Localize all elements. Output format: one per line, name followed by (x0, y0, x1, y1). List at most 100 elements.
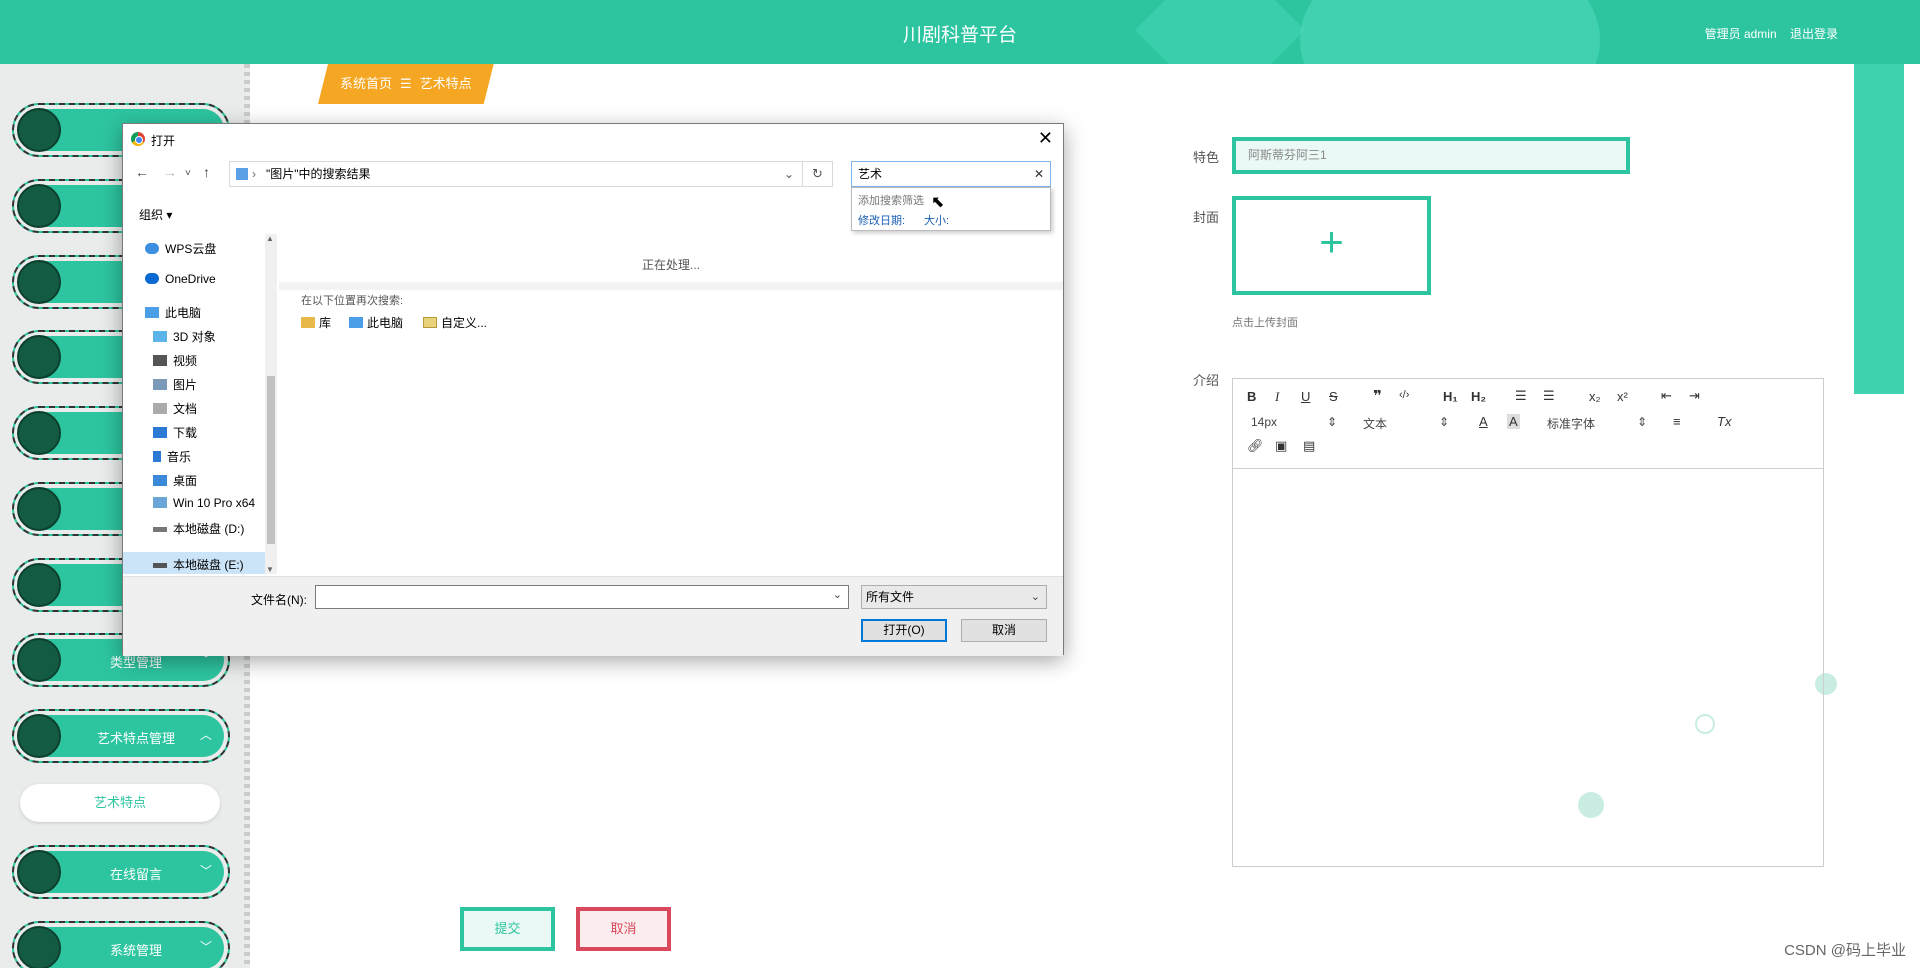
search-again-library[interactable]: 库 (301, 314, 331, 331)
nav-item-documents[interactable]: 文档 (153, 400, 197, 417)
nav-item-label: 3D 对象 (173, 330, 216, 344)
nav-item-e-drive[interactable]: 本地磁盘 (E:) (153, 556, 244, 573)
tese-field[interactable]: 阿斯蒂芬阿三1 (1232, 137, 1630, 174)
computer-icon (349, 317, 363, 328)
search-again-label-text: 库 (319, 316, 332, 330)
nav-item-label: 下载 (173, 426, 198, 440)
divider (279, 282, 1063, 290)
nav-item-wps[interactable]: WPS云盘 (145, 240, 216, 257)
font-color-icon[interactable]: A (1479, 414, 1488, 429)
breadcrumb: 系统首页 ☰ 艺术特点 (318, 64, 494, 104)
nav-item-label: 音乐 (167, 450, 192, 464)
rich-text-editor[interactable]: B I U S ❞ ‹/› H₁ H₂ ☰ ☰ x₂ x² ⇤ ⇥ 14px ⇕… (1232, 378, 1824, 867)
subscript-button[interactable]: x₂ (1589, 389, 1601, 404)
forward-icon[interactable]: → (163, 164, 177, 180)
cover-upload-button[interactable]: + (1232, 196, 1431, 295)
filename-input[interactable]: ⌄ (315, 585, 849, 609)
scroll-up-icon[interactable]: ▲ (266, 234, 274, 243)
editor-toolbar: B I U S ❞ ‹/› H₁ H₂ ☰ ☰ x₂ x² ⇤ ⇥ 14px ⇕… (1233, 379, 1823, 469)
chevron-down-icon[interactable]: ⌄ (784, 162, 794, 186)
nav-item-pictures[interactable]: 图片 (153, 376, 197, 393)
ordered-list-icon[interactable]: ☰ (1515, 388, 1527, 404)
search-again-this-pc[interactable]: 此电脑 (349, 314, 403, 331)
quote-button[interactable]: ❞ (1373, 387, 1382, 405)
cancel-button[interactable]: 取消 (576, 907, 671, 951)
scroll-thumb[interactable] (267, 376, 275, 544)
scroll-down-icon[interactable]: ▼ (266, 565, 274, 574)
submenu-item-art-features[interactable]: 艺术特点 (20, 784, 220, 822)
bold-button[interactable]: B (1247, 389, 1256, 404)
pictures-icon (153, 379, 167, 390)
filter-date-modified[interactable]: 修改日期: (858, 212, 905, 228)
nav-item-desktop[interactable]: 桌面 (153, 472, 197, 489)
font-family-select[interactable]: 标准字体 (1547, 415, 1595, 432)
submit-button[interactable]: 提交 (460, 907, 555, 951)
link-icon[interactable]: 🔗︎ (1247, 438, 1264, 454)
refresh-icon[interactable]: ↻ (803, 161, 833, 187)
italic-button[interactable]: I (1275, 389, 1279, 405)
nav-item-videos[interactable]: 视频 (153, 352, 197, 369)
nav-item-onedrive[interactable]: OneDrive (145, 272, 216, 286)
nav-item-d-drive[interactable]: 本地磁盘 (D:) (153, 520, 244, 537)
sidebar-item-8[interactable]: 艺术特点管理 ︿ (12, 709, 230, 763)
nav-item-label: OneDrive (165, 272, 216, 286)
up-icon[interactable]: ↑ (203, 164, 210, 180)
nav-item-label: 此电脑 (165, 306, 202, 320)
indent-icon[interactable]: ⇥ (1689, 388, 1700, 404)
nav-scrollbar[interactable]: ▲ ▼ (265, 234, 277, 574)
strike-button[interactable]: S (1329, 389, 1338, 404)
mouse-cursor-icon: ⬉ (931, 194, 945, 211)
dialog-footer: 文件名(N): ⌄ 所有文件 ⌄ 打开(O) 取消 (123, 576, 1063, 656)
superscript-button[interactable]: x² (1617, 389, 1628, 404)
outdent-icon[interactable]: ⇤ (1661, 388, 1672, 404)
back-icon[interactable]: ← (135, 164, 149, 180)
filetype-select[interactable]: 所有文件 ⌄ (861, 585, 1047, 609)
chevron-down-icon: ⌄ (1030, 591, 1040, 603)
menu-circle-icon (17, 850, 61, 894)
highlight-color-icon[interactable]: A (1507, 414, 1520, 429)
code-button[interactable]: ‹/› (1399, 389, 1409, 401)
h1-button[interactable]: H₁ (1443, 389, 1458, 404)
chevron-down-icon: ﹀ (199, 940, 212, 954)
filter-size[interactable]: 大小: (924, 212, 949, 228)
dialog-cancel-button[interactable]: 取消 (961, 619, 1047, 642)
close-icon[interactable]: ✕ (1038, 128, 1053, 149)
plus-icon: + (1319, 218, 1344, 265)
bullet-list-icon[interactable]: ☰ (1543, 388, 1555, 404)
logout-link[interactable]: 退出登录 (1790, 27, 1838, 41)
nav-item-music[interactable]: 音乐 (153, 448, 191, 465)
nav-item-3d[interactable]: 3D 对象 (153, 328, 216, 345)
font-size-select[interactable]: 14px (1251, 415, 1277, 429)
drive-icon (153, 497, 167, 508)
nav-item-label: WPS云盘 (165, 242, 217, 256)
search-input[interactable]: 艺术 ✕ (851, 161, 1051, 187)
underline-button[interactable]: U (1301, 389, 1310, 404)
organize-menu[interactable]: 组织 ▾ (139, 206, 172, 223)
breadcrumb-home[interactable]: 系统首页 (340, 76, 392, 91)
dialog-titlebar: 打开 ✕ (123, 124, 1063, 154)
nav-item-this-pc[interactable]: 此电脑 (145, 304, 201, 321)
file-open-dialog: 打开 ✕ ← → ˅ ↑ › "图片"中的搜索结果 ⌄ ↻ 艺术 ✕ 组织 ▾ … (122, 123, 1064, 656)
user-label: 管理员 admin (1704, 27, 1777, 41)
nav-item-c-drive[interactable]: Win 10 Pro x64 (153, 496, 255, 510)
chevron-down-icon: ﹀ (199, 864, 212, 878)
address-bar[interactable]: › "图片"中的搜索结果 ⌄ (229, 161, 803, 187)
h2-button[interactable]: H₂ (1471, 389, 1486, 404)
drive-icon (153, 527, 167, 532)
open-button[interactable]: 打开(O) (861, 619, 947, 642)
align-icon[interactable]: ≡ (1673, 414, 1681, 429)
music-icon (153, 451, 161, 462)
nav-item-downloads[interactable]: 下载 (153, 424, 197, 441)
sidebar-item-label: 系统管理 (109, 943, 162, 958)
sidebar-item-10[interactable]: 系统管理 ﹀ (12, 921, 230, 968)
chrome-icon (131, 132, 145, 146)
image-icon[interactable]: ▣ (1275, 438, 1287, 454)
clear-format-button[interactable]: Tx (1717, 414, 1731, 429)
chevron-down-icon[interactable]: ⌄ (833, 588, 842, 601)
sidebar-item-9[interactable]: 在线留言 ﹀ (12, 845, 230, 899)
paragraph-select[interactable]: 文本 (1363, 415, 1387, 432)
video-icon[interactable]: ▤ (1303, 438, 1315, 454)
recent-dropdown-icon[interactable]: ˅ (185, 168, 191, 179)
search-again-custom[interactable]: 自定义... (423, 314, 487, 331)
clear-search-icon[interactable]: ✕ (1034, 162, 1044, 186)
